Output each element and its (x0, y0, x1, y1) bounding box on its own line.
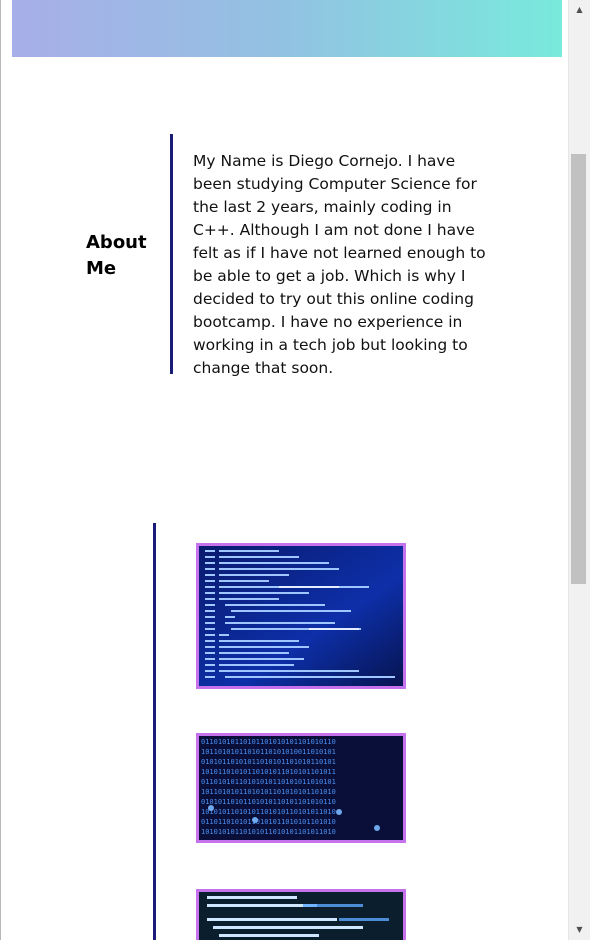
scroll-down-arrow-icon[interactable]: ▼ (569, 920, 590, 940)
vertical-scrollbar[interactable]: ▲ ▼ (568, 0, 590, 940)
about-heading: About Me (86, 232, 147, 279)
svg-text:101010101101010110101011010110: 10101010110101011010101101011010 (201, 828, 336, 836)
about-section: About Me My Name is Diego Cornejo. I hav… (0, 134, 568, 377)
svg-text:010101101011010101101011010101: 01010110101101010110101101010110 (201, 798, 336, 806)
scroll-up-arrow-icon[interactable]: ▲ (569, 0, 590, 20)
browser-viewport: About Me My Name is Diego Cornejo. I hav… (0, 0, 590, 940)
portfolio-thumbnail-binary[interactable]: 01101010110101101010101101010110 1011010… (196, 733, 406, 843)
portfolio-section: 01101010110101101010101101010110 1011010… (0, 523, 568, 940)
portfolio-divider (153, 523, 156, 940)
svg-text:011010101101011010101011010101: 01101010110101101010101101010110 (201, 738, 336, 746)
code-editor-image (199, 546, 403, 686)
svg-text:011010101101010101101010110101: 01101010110101010110101011010101 (201, 778, 336, 786)
scrollbar-thumb[interactable] (571, 154, 586, 584)
binary-code-image: 01101010110101101010101101010110 1011010… (199, 736, 403, 840)
svg-text:010101101010110101011010101101: 01010110101011010101101010110101 (201, 758, 336, 766)
svg-text:011011010101101010110101011010: 01101101010110101011010101101010 (201, 818, 336, 826)
svg-text:101101010110101011010101011010: 10110101011010101101010101101010 (201, 788, 336, 796)
portfolio-thumbnail-code-editor[interactable] (196, 543, 406, 689)
svg-text:101011010101101010110101011010: 10101101010110101011010101101011 (201, 768, 336, 776)
header-banner (12, 0, 562, 57)
javascript-code-image (199, 892, 403, 940)
portfolio-thumbnail-javascript[interactable] (196, 889, 406, 940)
svg-text:101010110101011010101101010110: 10101011010101101010110101011010 (201, 808, 336, 816)
svg-text:101101010110101101010100110101: 10110101011010110101010011010101 (201, 748, 336, 756)
about-text: My Name is Diego Cornejo. I have been st… (193, 152, 486, 377)
about-divider (170, 134, 173, 374)
